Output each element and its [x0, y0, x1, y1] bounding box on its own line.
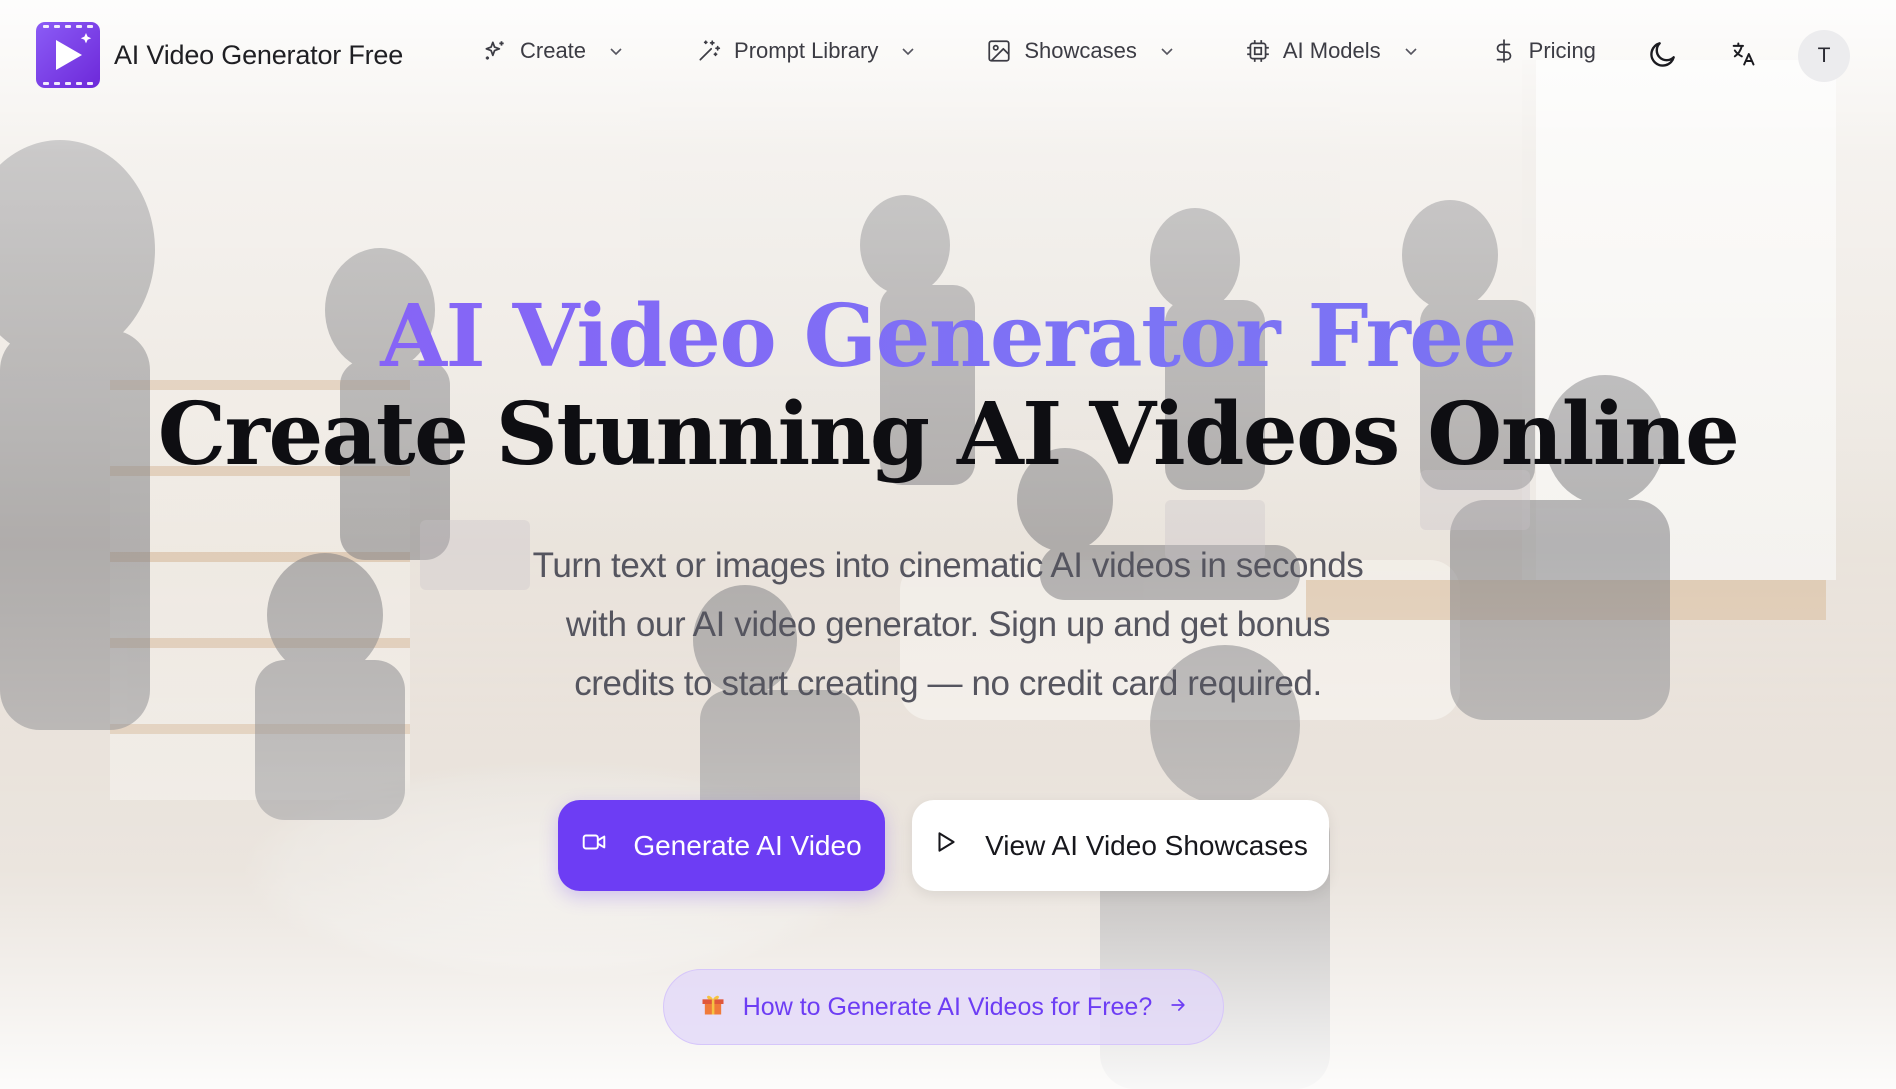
top-nav: AI Video Generator Free Create Prompt Li…	[0, 0, 1896, 112]
theme-toggle-button[interactable]	[1638, 31, 1688, 81]
nav-ai-models-label: AI Models	[1282, 38, 1381, 63]
play-icon	[933, 829, 959, 862]
chip-icon	[1245, 38, 1271, 64]
sparkles-icon	[482, 38, 508, 64]
nav-create[interactable]: Create	[482, 38, 624, 64]
hero-subtitle-line: with our AI video generator. Sign up and…	[565, 605, 1331, 644]
play-film-icon	[36, 22, 100, 88]
nav-showcases[interactable]: Showcases	[986, 38, 1175, 64]
free-guide-label: How to Generate AI Videos for Free?	[742, 992, 1153, 1021]
chevron-down-icon	[900, 43, 916, 59]
arrow-right-icon	[1168, 993, 1188, 1022]
nav-ai-models[interactable]: AI Models	[1245, 38, 1419, 64]
gift-icon	[699, 990, 727, 1025]
hero-subtitle-line: Turn text or images into cinematic AI vi…	[532, 546, 1364, 585]
magic-wand-icon	[696, 38, 722, 64]
main-menu: Create Prompt Library Showcases AI Model…	[482, 38, 1596, 64]
moon-icon	[1647, 38, 1679, 75]
nav-create-label: Create	[520, 38, 587, 63]
chevron-down-icon	[1403, 43, 1419, 59]
user-avatar-button[interactable]: T	[1798, 30, 1850, 82]
hero-subtitle-line: credits to start creating — no credit ca…	[574, 664, 1322, 703]
dollar-icon	[1491, 38, 1517, 64]
brand-link[interactable]: AI Video Generator Free	[36, 22, 403, 88]
generate-ai-video-label: Generate AI Video	[633, 829, 862, 861]
nav-showcases-label: Showcases	[1024, 38, 1137, 63]
hero-subtitle: Turn text or images into cinematic AI vi…	[448, 536, 1448, 713]
chevron-down-icon	[608, 43, 624, 59]
nav-pricing[interactable]: Pricing	[1491, 38, 1596, 64]
image-icon	[986, 38, 1012, 64]
brand-name: AI Video Generator Free	[114, 39, 404, 70]
language-button[interactable]	[1718, 31, 1768, 81]
nav-tools: T	[1638, 30, 1850, 82]
generate-ai-video-button[interactable]: Generate AI Video	[558, 800, 885, 891]
nav-prompt-library-label: Prompt Library	[734, 38, 879, 63]
video-camera-icon	[581, 829, 607, 862]
hero-title-gradient: AI Video Generator Free	[0, 294, 1896, 380]
translate-icon	[1729, 40, 1757, 73]
chevron-down-icon	[1159, 43, 1175, 59]
nav-prompt-library[interactable]: Prompt Library	[696, 38, 916, 64]
view-showcases-button[interactable]: View AI Video Showcases	[912, 800, 1329, 891]
view-showcases-label: View AI Video Showcases	[985, 829, 1308, 861]
hero-title-main: Create Stunning AI Videos Online	[157, 384, 1740, 485]
nav-pricing-label: Pricing	[1528, 38, 1596, 63]
free-guide-link[interactable]: How to Generate AI Videos for Free?	[663, 969, 1224, 1045]
avatar-initial: T	[1817, 44, 1831, 67]
